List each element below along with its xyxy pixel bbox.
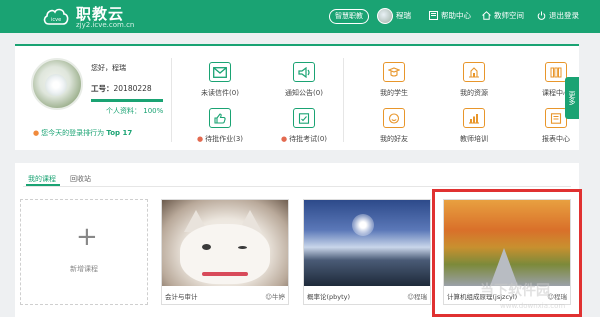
svg-text:icve: icve — [51, 17, 61, 23]
todo-work-label: ● 待批作业(3) — [196, 135, 244, 143]
todo-work-text: 待批作业(3) — [205, 135, 244, 143]
my-students-label: 我的学生 — [380, 89, 408, 97]
course-tabs: 我的课程 回收站 — [28, 174, 91, 184]
notice-label: 通知公告(0) — [285, 89, 323, 97]
greeting-text: 您好，程瑞 — [91, 64, 126, 72]
course-thumbnail[interactable] — [162, 200, 288, 286]
course-name: 概率论(pbyty) — [307, 293, 351, 301]
course-teacher: ☺牛婷 — [265, 291, 285, 301]
power-icon — [536, 11, 546, 21]
person-icon: ☺ — [407, 293, 414, 301]
mail-icon — [209, 62, 231, 82]
logo-url: zjy2.icve.com.cn — [76, 21, 135, 29]
active-tab-indicator — [26, 184, 60, 186]
report-center-label: 报表中心 — [542, 135, 570, 143]
tab-my-courses[interactable]: 我的课程 — [28, 174, 56, 184]
report-icon — [545, 108, 567, 128]
todo-work-button[interactable]: ● 待批作业(3) — [185, 108, 255, 144]
person-icon: ☺ — [265, 293, 272, 301]
more-tab[interactable]: 更多 — [565, 77, 579, 119]
profile-progress-fill — [91, 99, 163, 102]
teacher-space-link[interactable]: 教师空间 — [481, 10, 524, 21]
report-center-button[interactable]: 报表中心 — [521, 108, 591, 144]
profile-card: 您好，程瑞 工号：20180228 个人资料： 100% ● 您今天的登录排行为 … — [15, 44, 579, 150]
course-card[interactable]: 概率论(pbyty) ☺程瑞 — [303, 199, 431, 305]
tab-recycle-bin[interactable]: 回收站 — [70, 174, 91, 184]
plus-icon: + — [76, 222, 98, 252]
todo-exam-label: ● 待批考试(0) — [280, 135, 328, 143]
todo-exam-button[interactable]: ● 待批考试(0) — [269, 108, 339, 144]
chart-icon — [463, 108, 485, 128]
smart-edu-button[interactable]: 智慧职教 — [329, 9, 369, 24]
tab-divider — [23, 186, 571, 187]
logout-link[interactable]: 退出登录 — [536, 10, 579, 21]
profile-percent: 100% — [143, 107, 164, 115]
home-icon — [481, 11, 491, 21]
todo-exam-text: 待批考试(0) — [289, 135, 328, 143]
unread-mail-button[interactable]: 未读信件(0) — [185, 62, 255, 98]
resource-icon — [463, 62, 485, 82]
add-course-label: 新增课程 — [70, 265, 98, 273]
course-teacher-name: 程瑞 — [414, 293, 427, 301]
watermark-title: 当下软件园 — [480, 283, 550, 299]
exam-paper-icon — [293, 108, 315, 128]
my-friends-button[interactable]: 我的好友 — [359, 108, 429, 144]
notice-button[interactable]: 通知公告(0) — [269, 62, 339, 98]
job-number: 工号：20180228 — [91, 83, 152, 94]
help-icon — [428, 11, 438, 21]
job-number-value: 20180228 — [113, 84, 152, 93]
login-rank: ● 您今天的登录排行为 Top 17 — [33, 129, 133, 137]
user-name-link[interactable]: 程瑞 — [396, 10, 411, 21]
teacher-training-button[interactable]: 教师培训 — [439, 108, 509, 144]
course-center-label: 课程中心 — [542, 89, 570, 97]
profile-progress-bar — [91, 99, 163, 102]
profile-completion[interactable]: 个人资料： 100% — [106, 106, 163, 116]
books-icon — [545, 62, 567, 82]
user-avatar[interactable] — [31, 58, 83, 110]
rank-text: 您今天的登录排行为 — [41, 129, 105, 137]
logout-label: 退出登录 — [549, 11, 579, 20]
unread-mail-label: 未读信件(0) — [201, 89, 239, 97]
job-label: 工号： — [91, 84, 114, 93]
help-center-link[interactable]: 帮助中心 — [428, 10, 471, 21]
course-name: 会计与审计 — [165, 293, 198, 301]
user-name: 程瑞 — [396, 11, 411, 20]
speaker-icon — [293, 62, 315, 82]
my-friends-label: 我的好友 — [380, 135, 408, 143]
rank-value: Top 17 — [106, 129, 133, 137]
course-center-button[interactable]: 课程中心 — [521, 62, 591, 98]
thumbs-up-icon — [209, 108, 231, 128]
course-thumbnail[interactable] — [304, 200, 430, 286]
top-header: icve 职教云 zjy2.icve.com.cn 智慧职教 程瑞 帮助中心 教… — [0, 0, 600, 33]
cloud-logo-icon[interactable]: icve — [42, 5, 70, 27]
teacher-space-label: 教师空间 — [494, 11, 524, 20]
my-resources-button[interactable]: 我的资源 — [439, 62, 509, 98]
course-teacher: ☺程瑞 — [407, 291, 427, 301]
course-teacher-name: 牛婷 — [272, 293, 285, 301]
smile-icon — [383, 108, 405, 128]
watermark-url: www.downxia.com — [500, 302, 566, 310]
profile-label: 个人资料： — [106, 107, 141, 115]
divider — [171, 58, 172, 142]
help-center-label: 帮助中心 — [441, 11, 471, 20]
add-course-card[interactable]: + 新增课程 — [20, 199, 148, 305]
my-resources-label: 我的资源 — [460, 89, 488, 97]
my-students-button[interactable]: 我的学生 — [359, 62, 429, 98]
course-card[interactable]: 会计与审计 ☺牛婷 — [161, 199, 289, 305]
user-avatar-small[interactable] — [377, 8, 393, 24]
divider — [343, 58, 344, 142]
teacher-training-label: 教师培训 — [460, 135, 488, 143]
student-icon — [383, 62, 405, 82]
